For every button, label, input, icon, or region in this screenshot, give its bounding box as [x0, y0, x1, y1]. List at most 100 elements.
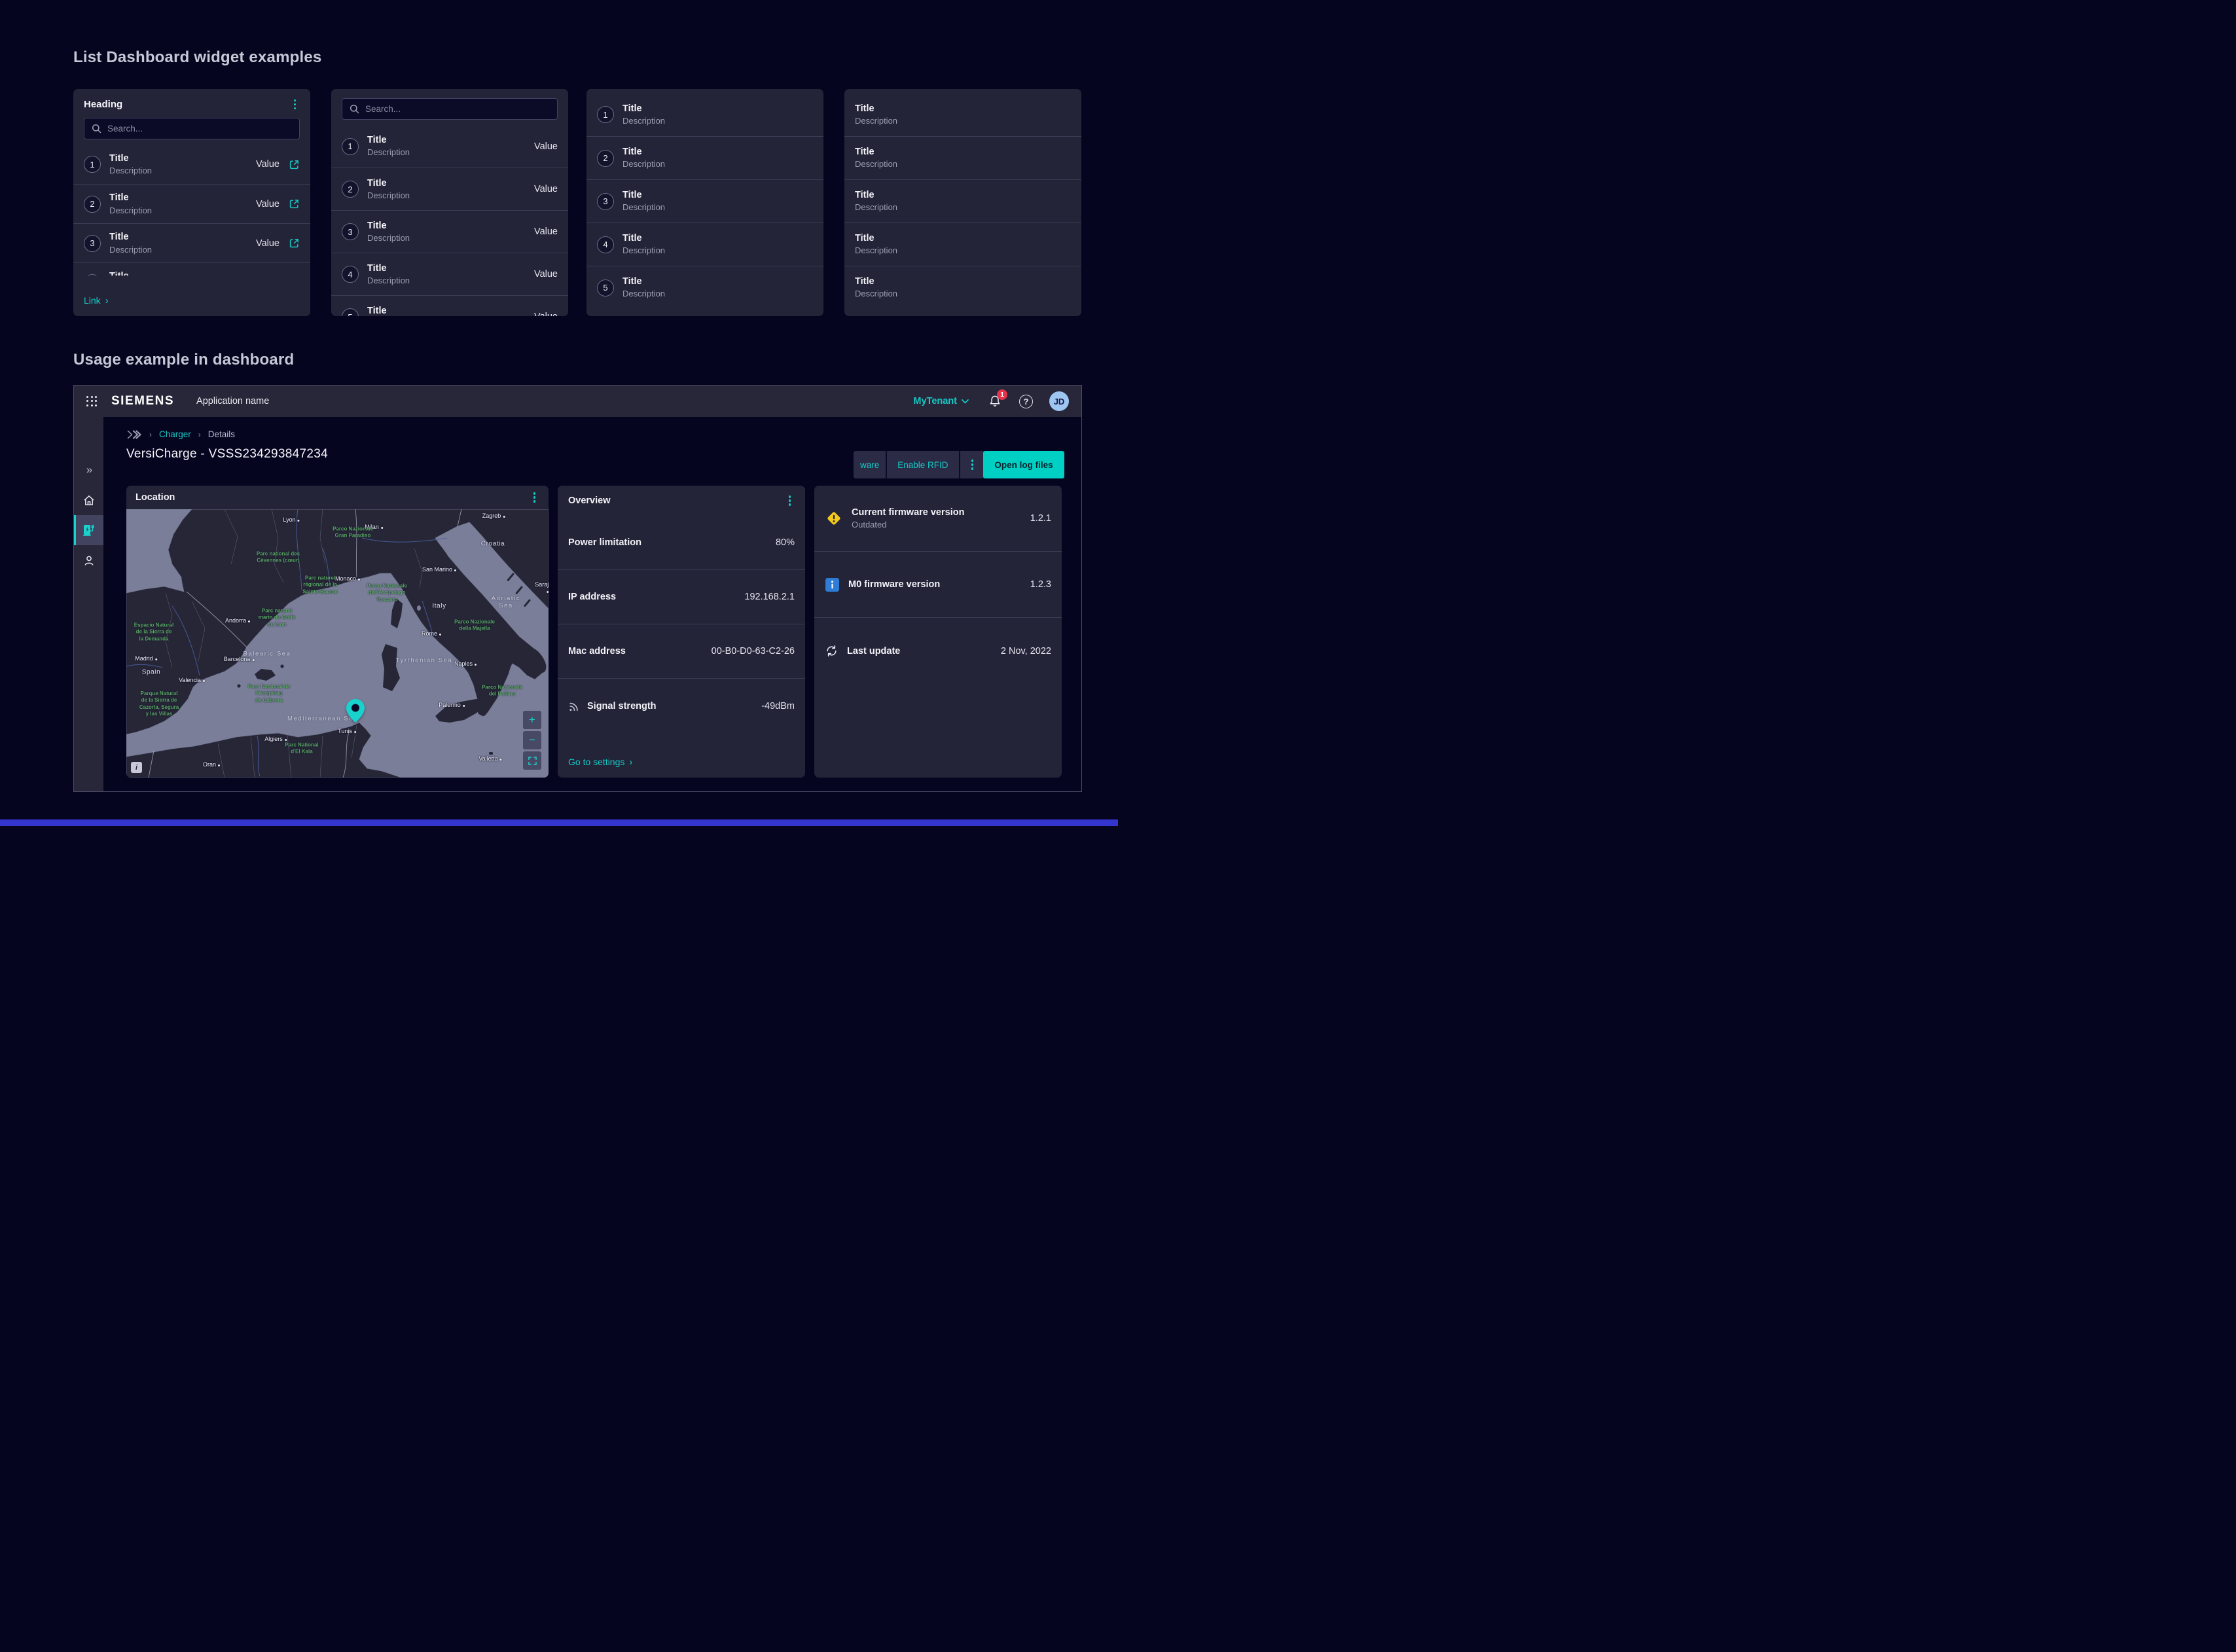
park-map-label: Parco Nazionale della Majella — [454, 619, 495, 633]
list-item[interactable]: 1 Title Description Value — [331, 125, 568, 168]
status-row-value: 2 Nov, 2022 — [1001, 646, 1051, 656]
widget-footer-link[interactable]: Link › — [73, 285, 310, 316]
enable-rfid-button[interactable]: Enable RFID — [886, 451, 958, 478]
kebab-menu-icon[interactable] — [290, 98, 300, 111]
park-map-label: Parco Nazionale dell'Arcipelago Toscano — [367, 583, 407, 603]
list-item[interactable]: 3 Title Description Value — [73, 223, 310, 262]
breadcrumb-item-details: Details — [208, 429, 235, 439]
search-field[interactable] — [342, 98, 558, 120]
map-zoom-out-button[interactable]: − — [523, 731, 541, 749]
list-item[interactable]: Title Description — [844, 93, 1081, 136]
tenant-label: MyTenant — [913, 396, 957, 406]
map-fullscreen-button[interactable] — [523, 751, 541, 770]
widget-list: 1 Title Description 2 Title Description … — [586, 89, 823, 309]
list-item[interactable]: 5 Title Description Value — [331, 295, 568, 316]
notifications-button[interactable]: 1 — [988, 395, 1001, 408]
city-map-label: Oran — [203, 761, 220, 768]
location-card-title: Location — [135, 492, 175, 503]
search-field[interactable] — [84, 118, 300, 139]
breadcrumb-item-charger[interactable]: Charger — [159, 429, 191, 439]
list-item[interactable]: 4 Title Description Value — [331, 253, 568, 295]
map-zoom-in-button[interactable]: + — [523, 711, 541, 729]
chevron-down-icon — [962, 399, 969, 404]
list-item[interactable]: Title Description — [844, 223, 1081, 266]
external-link-icon[interactable] — [289, 159, 300, 170]
app-launcher-icon[interactable] — [86, 396, 98, 407]
list-item[interactable]: Title Description — [844, 179, 1081, 223]
list-item[interactable]: 2 Title Description — [586, 136, 823, 179]
sea-map-label: Adriatic Sea — [485, 595, 528, 609]
list-item[interactable]: Title Description — [844, 136, 1081, 179]
location-card: Location — [126, 486, 549, 778]
overview-row-label: Power limitation — [568, 537, 641, 548]
location-pin-icon — [346, 699, 365, 723]
search-input[interactable] — [107, 124, 292, 134]
map-attribution-button[interactable]: i — [131, 762, 142, 773]
city-map-label: Palermo — [439, 702, 465, 708]
kebab-menu-icon[interactable] — [530, 490, 539, 504]
user-avatar[interactable]: JD — [1049, 391, 1069, 411]
breadcrumb-separator: › — [149, 430, 152, 439]
item-title: Title — [622, 190, 813, 201]
sidebar-item-charger[interactable] — [74, 515, 103, 545]
link-label[interactable]: Go to settings — [568, 757, 624, 767]
list-widget-card-with-search: 1 Title Description Value 2 Title Descri… — [331, 89, 568, 316]
city-map-label: Naples — [454, 660, 477, 667]
overview-card: Overview Power limitation 80% IP address… — [558, 486, 805, 778]
tenant-selector[interactable]: MyTenant — [913, 396, 969, 406]
list-item[interactable]: 4 Title Description Value — [73, 262, 310, 276]
list-item[interactable]: 2 Title Description Value — [331, 168, 568, 210]
fullscreen-icon — [528, 757, 537, 765]
map-labels-layer: LyonMilanZagrebCroatiaSarajevoSan Marino… — [126, 509, 549, 778]
open-log-files-button[interactable]: Open log files — [983, 451, 1064, 478]
city-map-label: San Marino — [422, 566, 456, 573]
external-link-icon[interactable] — [289, 198, 300, 209]
list-item[interactable]: 4 Title Description — [586, 223, 823, 266]
link-label[interactable]: Link — [84, 295, 101, 306]
item-description: Description — [855, 289, 1071, 299]
list-item[interactable]: 5 Title Description — [586, 266, 823, 309]
more-actions-kebab-button[interactable] — [959, 451, 984, 478]
list-item[interactable]: 2 Title Description Value — [73, 184, 310, 223]
city-map-label: Rome — [422, 630, 441, 637]
breadcrumb-separator: › — [198, 430, 201, 439]
park-map-label: Espacio Natural de la Sierra de la Deman… — [134, 622, 173, 642]
sea-map-label: Tyrrhenian Sea — [396, 657, 453, 664]
overview-row-value: 80% — [776, 537, 795, 548]
overview-rows: Power limitation 80% IP address 192.168.… — [558, 516, 805, 733]
go-to-settings-link[interactable]: Go to settings › — [568, 757, 632, 767]
item-title: Title — [622, 147, 813, 158]
item-description: Description — [855, 245, 1071, 256]
item-description: Description — [622, 159, 813, 170]
sidebar-item-users[interactable] — [74, 545, 103, 575]
overview-row: Mac address 00-B0-D0-63-C2-26 — [558, 624, 805, 679]
app-header-bar: SIEMENS Application name MyTenant 1 ? JD — [74, 386, 1081, 417]
kebab-menu-icon[interactable] — [785, 494, 795, 507]
external-link-icon[interactable] — [289, 238, 300, 249]
item-number-badge: 2 — [84, 196, 101, 213]
overview-row-label: Mac address — [568, 646, 626, 656]
help-button[interactable]: ? — [1019, 395, 1033, 408]
item-title: Title — [367, 306, 526, 317]
list-item[interactable]: 1 Title Description Value — [73, 145, 310, 184]
search-icon — [92, 124, 101, 134]
sidebar-item-home[interactable] — [74, 485, 103, 515]
item-description: Description — [367, 147, 526, 158]
item-title: Title — [855, 233, 1071, 244]
list-item[interactable]: 1 Title Description — [586, 93, 823, 136]
overview-row-label: IP address — [568, 592, 616, 602]
sidebar-expand-button[interactable]: » — [74, 455, 103, 485]
update-firmware-button-truncated[interactable]: ware — [854, 451, 886, 478]
overview-row: Power limitation 80% — [558, 516, 805, 570]
country-map-label: Italy — [432, 603, 446, 610]
list-item[interactable]: Title Description — [844, 266, 1081, 309]
list-item[interactable]: 3 Title Description — [586, 179, 823, 223]
breadcrumb-skip-icon[interactable] — [126, 430, 142, 439]
search-input[interactable] — [365, 104, 550, 114]
item-number-badge: 1 — [84, 156, 101, 173]
park-map-label: Parc naturel régional de la Sainte-Baume — [302, 575, 337, 595]
map-canvas[interactable]: LyonMilanZagrebCroatiaSarajevoSan Marino… — [126, 509, 549, 778]
list-item[interactable]: 3 Title Description Value — [331, 210, 568, 253]
chevron-right-icon: › — [105, 296, 109, 306]
item-title: Title — [855, 103, 1071, 115]
